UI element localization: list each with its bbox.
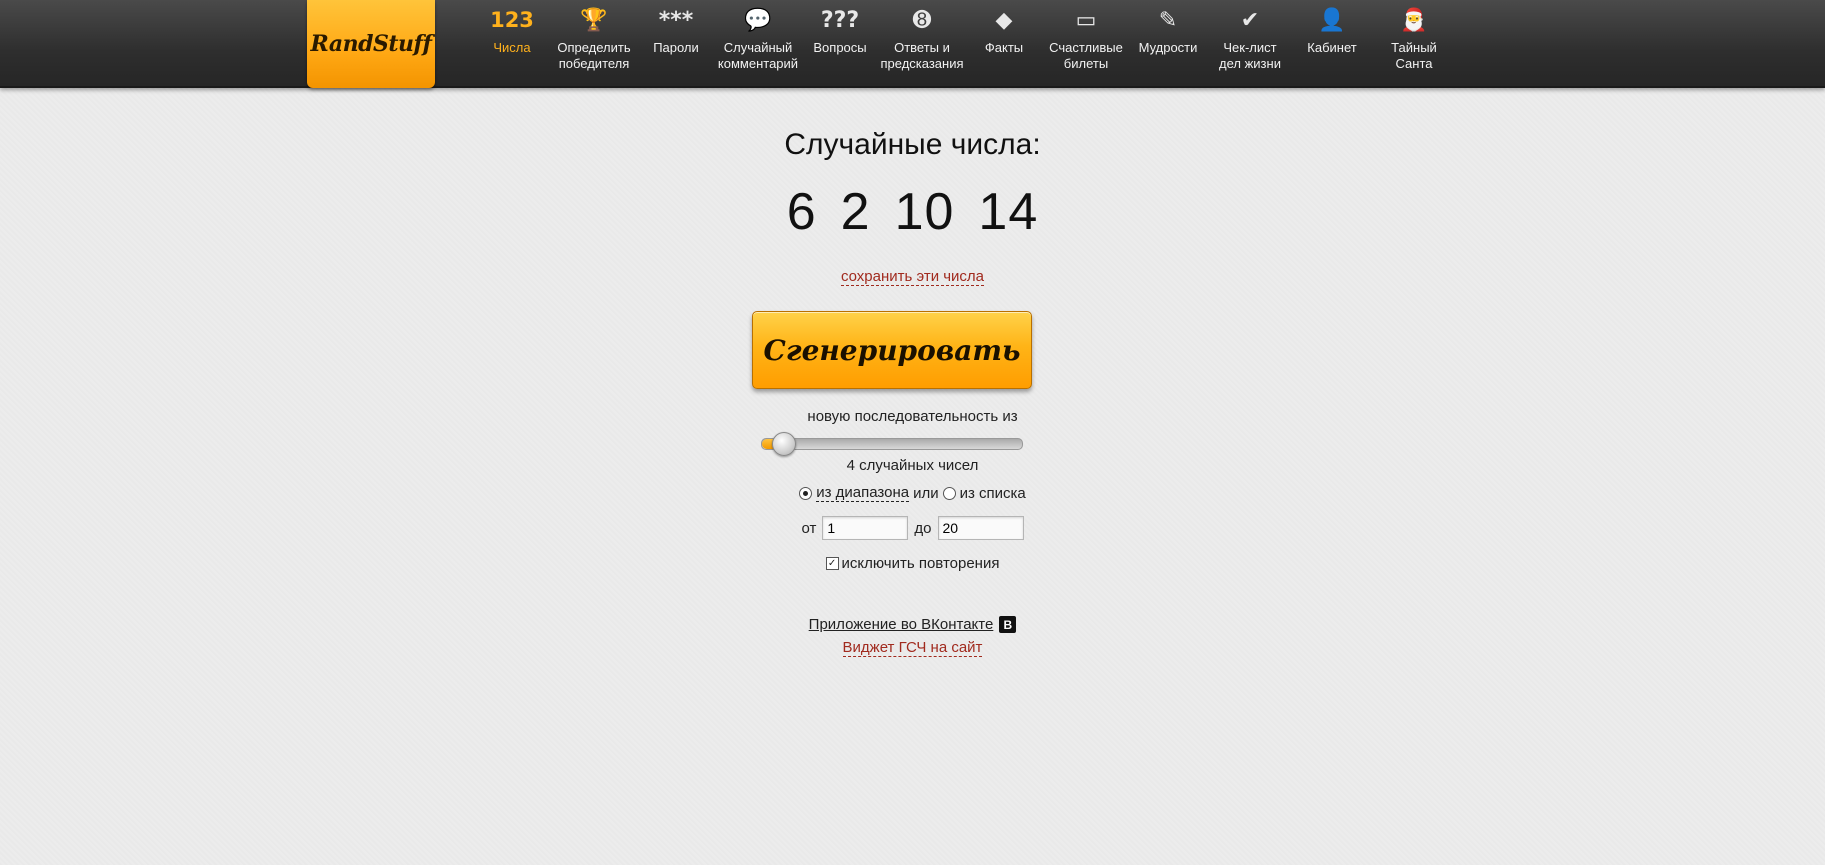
- sequence-label: новую последовательность из: [807, 408, 1018, 425]
- nav-item-label: Факты: [984, 40, 1024, 55]
- ticket-icon: ▭: [1075, 7, 1097, 33]
- nav-item[interactable]: ▭ Счастливые билеты: [1045, 0, 1127, 86]
- nav-item-label: Мудрости: [1138, 40, 1198, 55]
- count-slider[interactable]: [761, 432, 1023, 456]
- nav-item-label: Кабинет: [1307, 40, 1357, 55]
- generate-button[interactable]: Сгенерировать: [752, 311, 1032, 389]
- nav-item-label: Числа: [493, 40, 531, 55]
- nav-item-label: Санта: [1395, 56, 1433, 71]
- scroll-icon: ✎: [1158, 7, 1178, 33]
- comment-icon: 💬: [744, 7, 772, 33]
- nav-item-label: Тайный: [1391, 40, 1437, 55]
- trophy-vk-icon: 🏆: [580, 7, 608, 33]
- radio-or-text: или: [913, 484, 939, 502]
- magic-ball-icon: ➑: [912, 7, 932, 33]
- nav-item[interactable]: 123 Числа: [471, 0, 553, 86]
- widget-link[interactable]: Виджет ГСЧ на сайт: [842, 639, 983, 657]
- nav-item[interactable]: ➑ Ответы и предсказания: [880, 0, 964, 86]
- nav-item-label: Вопросы: [813, 40, 867, 55]
- nav-item[interactable]: ??? Вопросы: [799, 0, 881, 86]
- random-number: 2: [840, 183, 871, 241]
- random-numbers: 6 2 10 14: [0, 182, 1825, 242]
- logo[interactable]: RandStuff: [307, 0, 435, 88]
- source-radio-group: из диапазона или из списка: [0, 484, 1825, 502]
- range-from-input[interactable]: [822, 516, 909, 540]
- vk-app-link[interactable]: Приложение во ВКонтакте: [809, 616, 994, 633]
- checklist-badge-icon: ✔: [1240, 7, 1260, 33]
- nav-item-label: предсказания: [880, 56, 964, 71]
- exclude-repeats-row: ✓ исключить повторения: [0, 555, 1825, 572]
- nav-item[interactable]: 💬 Случайный комментарий: [717, 0, 799, 86]
- radio-from-list-label[interactable]: из списка: [960, 485, 1026, 502]
- numbers-icon: 123: [490, 8, 534, 32]
- radio-from-range[interactable]: [799, 486, 813, 500]
- widget-row: Виджет ГСЧ на сайт: [0, 637, 1825, 657]
- nav-item-label: победителя: [558, 56, 630, 71]
- user-icon: 👤: [1318, 7, 1346, 33]
- random-number: 14: [978, 183, 1039, 241]
- radio-from-list[interactable]: [942, 486, 956, 500]
- nav-item[interactable]: ✎ Мудрости: [1127, 0, 1209, 86]
- page-title: Случайные числа:: [784, 128, 1041, 161]
- nav-item[interactable]: *** Пароли: [635, 0, 717, 86]
- nav-item-label: Определить: [557, 40, 631, 55]
- logo-text: RandStuff: [310, 31, 432, 57]
- range-row: от до: [0, 516, 1825, 540]
- nav-item-label: билеты: [1063, 56, 1109, 71]
- range-to-input[interactable]: [937, 516, 1024, 540]
- radio-from-range-label[interactable]: из диапазона: [816, 484, 910, 502]
- nav-item-label: Чек-лист: [1223, 40, 1277, 55]
- random-number: 10: [894, 183, 955, 241]
- vk-app-row: Приложение во ВКонтакте B: [0, 616, 1825, 633]
- exclude-repeats-checkbox[interactable]: ✓: [825, 557, 839, 570]
- questions-icon: ???: [820, 7, 860, 33]
- nav-item-label: дел жизни: [1219, 56, 1281, 71]
- nav-item-label: Ответы и: [894, 40, 950, 55]
- nav-item-label: комментарий: [717, 56, 799, 71]
- santa-icon: 🎅: [1400, 7, 1428, 33]
- nav-item[interactable]: ◆ Факты: [963, 0, 1045, 86]
- fact-exclamation-icon: ◆: [995, 7, 1013, 33]
- save-link-row: сохранить эти числа: [0, 266, 1825, 286]
- nav-item[interactable]: ✔ Чек-лист дел жизни: [1209, 0, 1291, 86]
- nav-item-label: Пароли: [653, 40, 699, 55]
- exclude-repeats-label[interactable]: исключить повторения: [842, 555, 1000, 572]
- nav-item[interactable]: 🏆 Определить победителя: [553, 0, 635, 86]
- range-to-label: до: [914, 519, 932, 537]
- generate-button-label: Сгенерировать: [763, 333, 1021, 367]
- slider-handle[interactable]: [772, 432, 797, 456]
- random-number: 6: [786, 183, 817, 241]
- nav-item[interactable]: 👤 Кабинет: [1291, 0, 1373, 86]
- nav-item-label: Счастливые: [1049, 40, 1123, 55]
- password-icon: ***: [658, 7, 694, 33]
- save-numbers-link[interactable]: сохранить эти числа: [840, 268, 985, 286]
- range-from-label: от: [801, 519, 817, 537]
- top-header: RandStuff 123 Числа 🏆 Определить победителя *…: [0, 0, 1825, 88]
- vk-logo-icon[interactable]: B: [999, 616, 1017, 633]
- nav-item-label: Случайный: [723, 40, 793, 55]
- nav-item[interactable]: 🎅 Тайный Санта: [1373, 0, 1455, 86]
- count-label: 4 случайных чисел: [846, 457, 979, 474]
